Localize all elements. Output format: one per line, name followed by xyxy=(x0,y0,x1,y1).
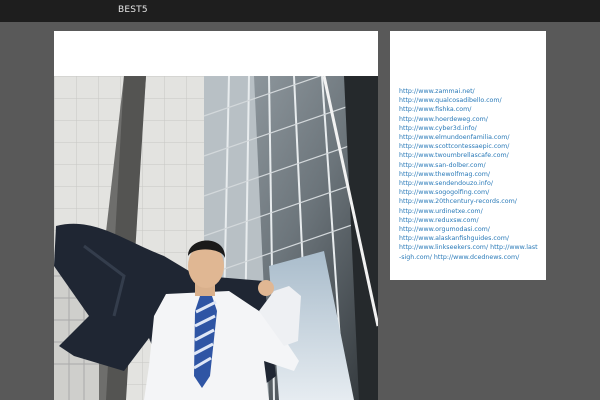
sidebar-link[interactable]: http://www.sogogolfing.com/ xyxy=(399,188,538,197)
site-brand-link[interactable]: BEST5 xyxy=(118,5,148,15)
sidebar-link[interactable]: http://www.elmundoenfamilia.com/ xyxy=(399,133,538,142)
sidebar-links-panel: http://www.zammai.net/ http://www.qualco… xyxy=(390,31,546,280)
sidebar-link[interactable]: http://www.urdinetxe.com/ xyxy=(399,207,538,216)
sidebar-link[interactable]: http://www.zammai.net/ xyxy=(399,87,538,96)
top-navbar: BEST5 xyxy=(0,0,600,22)
sidebar-link[interactable]: http://www.orgumodasi.com/ xyxy=(399,225,538,234)
sidebar-link[interactable]: http://www.san-dolber.com/ xyxy=(399,161,538,170)
sidebar-link[interactable]: http://www.twoumbrellascafe.com/ xyxy=(399,151,538,160)
sidebar-link[interactable]: http://www.dcednews.com/ xyxy=(434,254,519,261)
sidebar-link[interactable]: http://www.sendendouzo.info/ xyxy=(399,179,538,188)
sidebar-link[interactable]: http://www.fishka.com/ xyxy=(399,105,538,114)
sidebar-link[interactable]: http://www.20thcentury-records.com/ xyxy=(399,197,538,206)
sidebar-link[interactable]: http://www.cyber3d.info/ xyxy=(399,124,538,133)
sidebar-link[interactable]: http://www.qualcosadibello.com/ xyxy=(399,96,538,105)
link-list: http://www.zammai.net/ http://www.qualco… xyxy=(399,87,538,262)
sidebar-link[interactable]: http://www.reduxsw.com/ xyxy=(399,216,538,225)
sidebar-link[interactable]: http://www.hoerdeweg.com/ xyxy=(399,115,538,124)
hero-photo xyxy=(54,76,378,400)
sidebar-link[interactable]: http://www.alaskanfishguides.com/ xyxy=(399,234,538,243)
businessman-photo-illustration xyxy=(54,76,378,400)
inline-links-group: http://www.linkseekers.com/ http://www.l… xyxy=(399,244,538,260)
main-content-panel xyxy=(54,31,378,400)
sidebar-link[interactable]: http://www.linkseekers.com/ xyxy=(399,244,488,251)
sidebar-link[interactable]: http://www.thewolfmag.com/ xyxy=(399,170,538,179)
sidebar-link[interactable]: http://www.scottcontessaepic.com/ xyxy=(399,142,538,151)
